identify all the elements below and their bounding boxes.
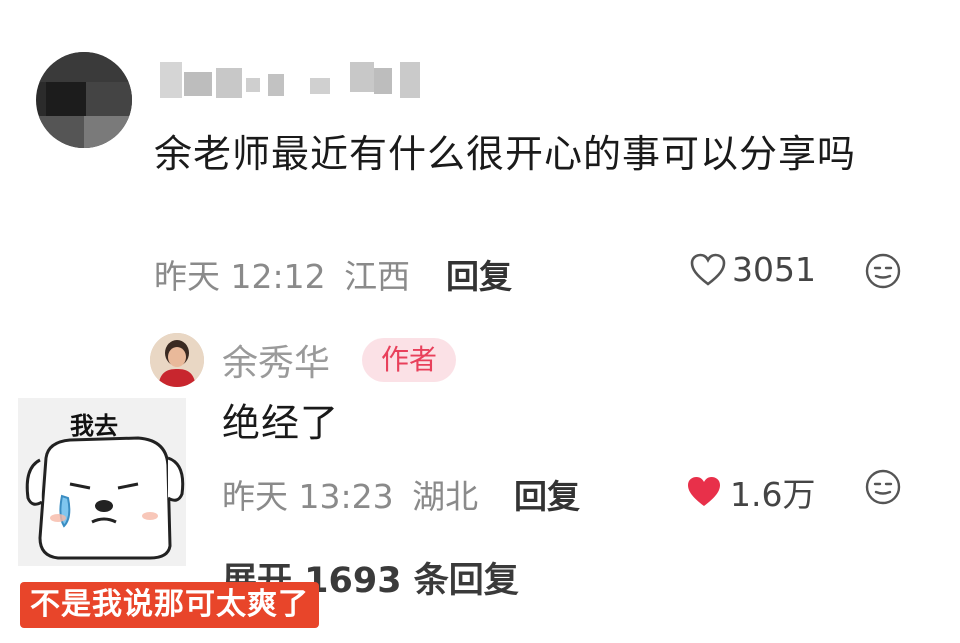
comment-text: 余老师最近有什么很开心的事可以分享吗 bbox=[154, 132, 857, 176]
video-caption: 不是我说那可太爽了 bbox=[20, 582, 319, 628]
author-avatar[interactable] bbox=[150, 333, 204, 387]
author-badge: 作者 bbox=[362, 338, 456, 382]
heart-outline-icon bbox=[690, 253, 726, 286]
emoji-face-icon[interactable] bbox=[864, 468, 902, 506]
reaction-sticker: 我去 bbox=[18, 398, 186, 566]
author-avatar-image bbox=[150, 333, 204, 387]
reply-time: 昨天 13:23 bbox=[222, 477, 394, 516]
commenter-avatar[interactable] bbox=[36, 52, 132, 148]
reply-reply-button[interactable]: 回复 bbox=[514, 470, 580, 518]
heart-filled-icon bbox=[688, 477, 720, 506]
author-name[interactable]: 余秀华 bbox=[222, 334, 330, 386]
reply-location: 湖北 bbox=[412, 477, 479, 516]
reply-like-button[interactable]: 1.6万 bbox=[686, 468, 815, 516]
comment-like-count: 3051 bbox=[732, 250, 816, 289]
reply-meta: 昨天 13:23 湖北 bbox=[222, 470, 478, 518]
commenter-name-blurred bbox=[160, 58, 430, 102]
emoji-face-icon[interactable] bbox=[864, 252, 902, 290]
dog-sticker-drawing bbox=[25, 436, 185, 560]
comment-meta: 昨天 12:12 江西 bbox=[154, 250, 410, 298]
comment-time: 昨天 12:12 bbox=[154, 257, 326, 296]
reply-like-count: 1.6万 bbox=[730, 475, 816, 514]
comment-location: 江西 bbox=[344, 257, 411, 296]
comment-like-button[interactable]: 3051 bbox=[690, 250, 816, 289]
reply-text: 绝经了 bbox=[222, 401, 340, 445]
comment-reply-button[interactable]: 回复 bbox=[446, 250, 512, 298]
